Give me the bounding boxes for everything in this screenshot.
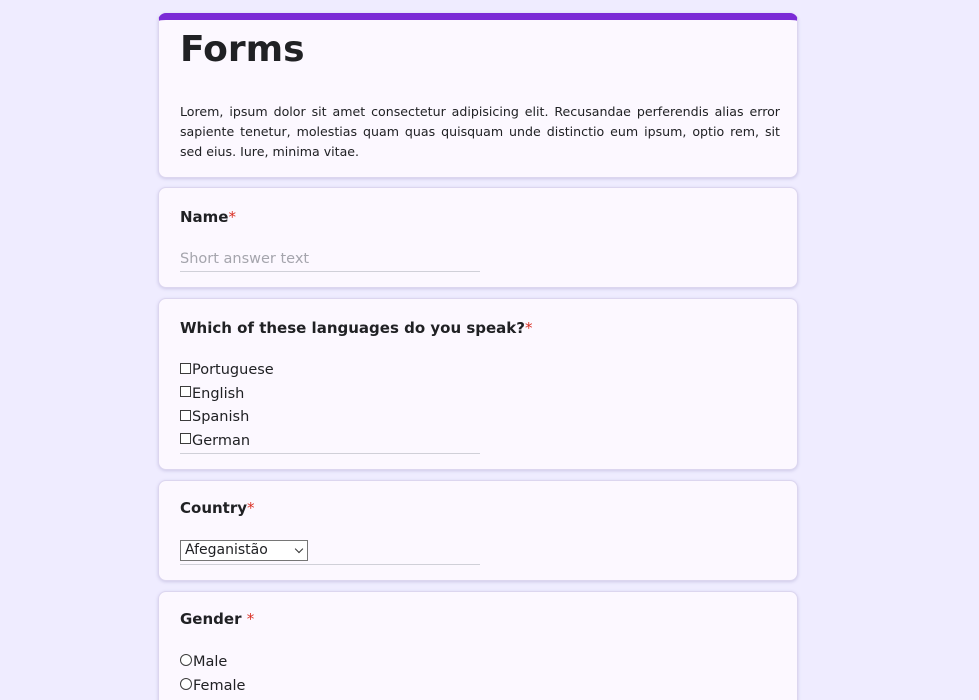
country-select-wrap: Afeganistão — [180, 540, 480, 565]
checkbox[interactable] — [180, 409, 191, 421]
option-label: Spanish — [192, 409, 250, 425]
question-gender-text: Gender — [180, 610, 247, 628]
required-asterisk: * — [525, 319, 533, 337]
question-languages-card: Which of these languages do you speak?* … — [158, 298, 798, 470]
country-selected-value: Afeganistão — [185, 542, 268, 558]
question-languages-label: Which of these languages do you speak?* — [180, 319, 533, 337]
languages-options: Portuguese English Spanish German — [180, 359, 480, 454]
form-description: Lorem, ipsum dolor sit amet consectetur … — [180, 104, 780, 159]
radio-button[interactable] — [180, 654, 192, 667]
question-country-card: Country* Afeganistão — [158, 480, 798, 581]
radio-button[interactable] — [180, 677, 192, 690]
name-input[interactable] — [180, 247, 480, 272]
option-label: Portuguese — [192, 362, 274, 378]
question-gender-label: Gender * — [180, 610, 254, 628]
option-label: Male — [193, 654, 228, 670]
option-portuguese[interactable]: Portuguese — [180, 359, 480, 383]
question-languages-text: Which of these languages do you speak? — [180, 319, 525, 337]
option-label: German — [192, 432, 251, 449]
required-asterisk: * — [228, 208, 236, 226]
required-asterisk: * — [247, 499, 255, 517]
required-asterisk: * — [246, 610, 255, 628]
checkbox[interactable] — [180, 433, 191, 445]
page: Forms Lorem, ipsum dolor sit amet consec… — [0, 0, 979, 700]
question-gender-card: Gender * Male Female — [158, 591, 798, 700]
option-male[interactable]: Male — [180, 651, 480, 675]
option-spanish[interactable]: Spanish — [180, 406, 480, 430]
country-select[interactable]: Afeganistão — [180, 540, 308, 561]
form-header-card: Forms Lorem, ipsum dolor sit amet consec… — [158, 13, 798, 178]
option-label: Female — [193, 677, 246, 694]
option-label: English — [192, 385, 245, 402]
question-name-card: Name* — [158, 187, 798, 288]
option-female[interactable]: Female — [180, 675, 480, 699]
option-english[interactable]: English — [180, 383, 480, 407]
chevron-down-icon — [294, 544, 304, 554]
option-german[interactable]: German — [180, 430, 480, 454]
checkbox[interactable] — [180, 386, 191, 398]
question-country-text: Country — [180, 499, 248, 517]
question-country-label: Country* — [180, 499, 255, 517]
question-name-text: Name — [180, 208, 229, 226]
checkbox[interactable] — [180, 362, 191, 374]
question-name-label: Name* — [180, 208, 236, 226]
gender-options: Male Female — [180, 651, 480, 698]
form-title: Forms — [180, 29, 305, 70]
